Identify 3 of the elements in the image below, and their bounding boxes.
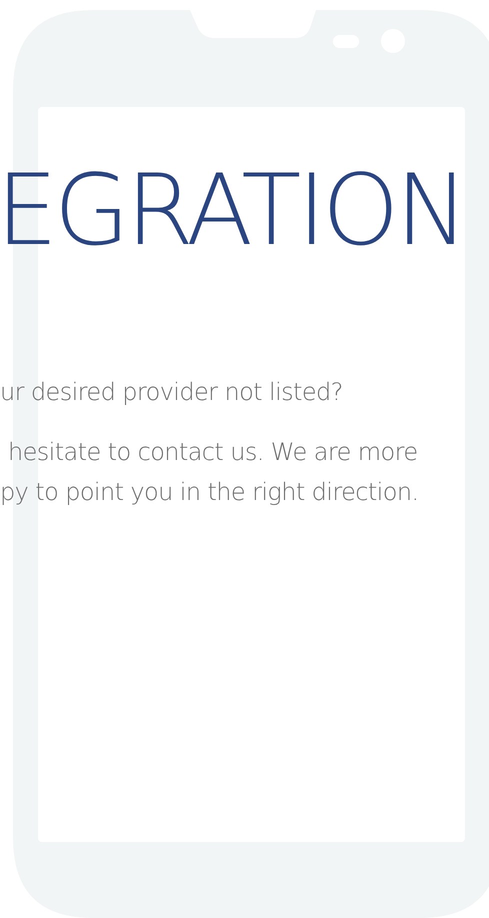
question-text: ur desired provider not listed? [0,378,343,406]
paragraph: hesitate to contact us. We are more py to point you in the right direction. [0,436,420,508]
heading: EGRATION [0,158,465,266]
